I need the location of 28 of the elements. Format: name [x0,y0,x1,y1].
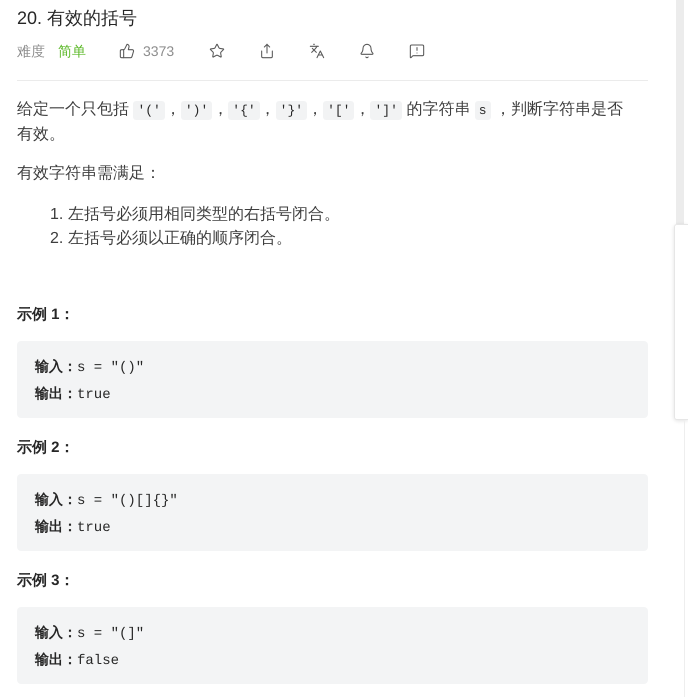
code-line: 输入：s = "()" [35,357,144,378]
requirements-intro: 有效字符串需满足： [17,164,161,184]
thumbs-up-icon [119,43,135,59]
star-button[interactable] [209,43,226,59]
share-button[interactable] [259,43,276,59]
comment-alert-icon [409,43,426,59]
star-icon [209,43,226,59]
translate-button[interactable] [309,43,326,59]
requirement-item: 1. 左括号必须用相同类型的右括号闭合。 [50,204,340,225]
code-line: 输出：true [35,517,111,538]
requirement-item: 2. 左括号必须以正确的顺序闭合。 [50,228,292,249]
example-heading: 示例 2： [17,438,75,458]
code-line: 输入：s = "()[]{}" [35,490,178,511]
code-line: 输出：true [35,384,111,405]
bell-icon [359,43,376,59]
example-heading: 示例 1： [17,305,75,325]
translate-icon [309,43,326,59]
difficulty-label: 难度 [17,42,45,60]
page-title: 20. 有效的括号 [17,7,138,30]
like-button[interactable]: 3373 [119,40,174,62]
description-text: 给定一个只包括 '(' ， ')' ， '{' ， '}' ， '[' ， ']' 的字符串 s ，判断字符串是否有效。 [17,100,624,145]
bell-button[interactable] [359,43,376,59]
code-line: 输入：s = "(]" [35,623,144,644]
share-icon [259,43,276,59]
difficulty-value: 简单 [58,42,86,60]
code-line: 输出：false [35,650,120,671]
feedback-button[interactable] [409,43,426,59]
example-heading: 示例 3： [17,571,75,591]
